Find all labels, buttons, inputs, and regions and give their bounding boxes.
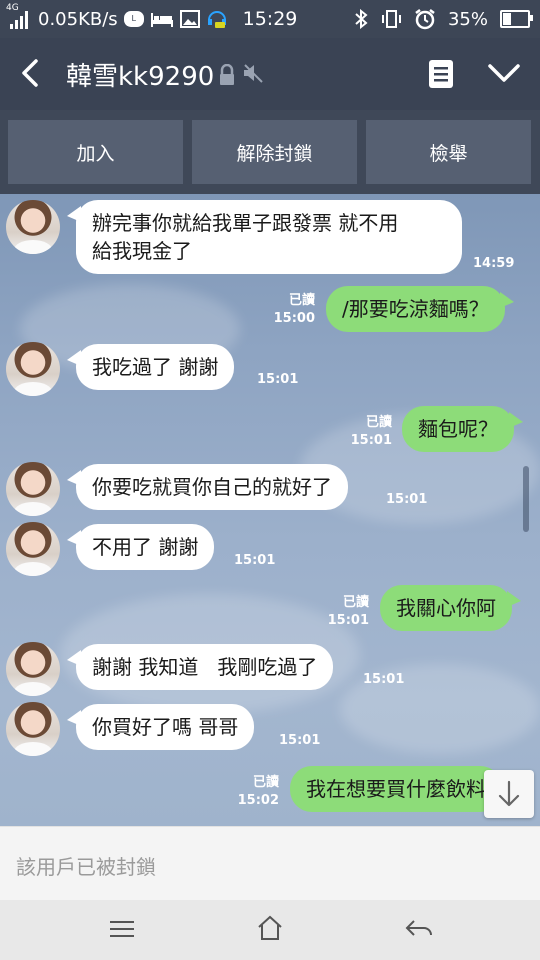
- report-button[interactable]: 檢舉: [366, 120, 531, 184]
- read-receipt: 已讀 15:02: [237, 775, 279, 808]
- alarm-icon: [415, 9, 435, 30]
- note-icon[interactable]: [426, 58, 456, 90]
- add-friend-button[interactable]: 加入: [8, 120, 183, 184]
- message-bubble-outgoing[interactable]: 我在想要買什麼飲料: [290, 766, 511, 812]
- message-line: 辦完事你就給我單子跟發票 就不用: [92, 211, 399, 235]
- scrollbar[interactable]: [523, 466, 529, 532]
- battery-percent: 35%: [447, 8, 488, 30]
- avatar[interactable]: [6, 522, 60, 576]
- message-bubble-incoming[interactable]: 辦完事你就給我單子跟發票 就不用 給我現金了: [67, 200, 462, 274]
- message-time: 14:59: [473, 256, 515, 271]
- blocked-notice: 該用戶已被封鎖: [0, 826, 540, 901]
- message-bubble-incoming[interactable]: 你買好了嗎 哥哥: [67, 704, 255, 750]
- lock-icon: [220, 64, 234, 85]
- chat-messages-area[interactable]: 辦完事你就給我單子跟發票 就不用 給我現金了 14:59 已讀 15:00 /那要…: [0, 194, 540, 826]
- avatar[interactable]: [6, 462, 60, 516]
- chat-header: 韓雪kk9290: [0, 38, 540, 110]
- message-bubble-outgoing[interactable]: 麵包呢？: [402, 406, 523, 452]
- home-icon[interactable]: [256, 914, 284, 942]
- unblock-button[interactable]: 解除封鎖: [192, 120, 357, 184]
- system-nav-bar: [0, 900, 540, 960]
- chat-title[interactable]: 韓雪kk9290: [66, 56, 214, 93]
- read-receipt: 已讀 15:01: [350, 415, 392, 448]
- back-icon[interactable]: [14, 56, 48, 90]
- message-bubble-incoming[interactable]: 不用了 謝謝: [67, 524, 215, 570]
- message-time: 15:01: [386, 492, 428, 507]
- chevron-down-icon[interactable]: [486, 58, 522, 88]
- avatar[interactable]: [6, 200, 60, 254]
- message-bubble-incoming[interactable]: 我吃過了 謝謝: [67, 344, 235, 390]
- scroll-to-bottom-button[interactable]: [484, 770, 534, 818]
- message-bubble-outgoing[interactable]: 我關心你阿: [380, 585, 521, 631]
- message-time: 15:01: [234, 553, 276, 568]
- message-line: 給我現金了: [92, 239, 192, 263]
- message-bubble-outgoing[interactable]: /那要吃涼麵嗎？: [326, 286, 514, 332]
- mute-icon: [244, 64, 263, 83]
- message-time: 15:01: [363, 672, 405, 687]
- avatar[interactable]: [6, 642, 60, 696]
- back-nav-icon[interactable]: [404, 918, 434, 940]
- avatar[interactable]: [6, 342, 60, 396]
- message-time: 15:01: [279, 733, 321, 748]
- bluetooth-icon: [355, 9, 368, 29]
- read-receipt: 已讀 15:00: [273, 293, 315, 326]
- blocked-action-bar: 加入 解除封鎖 檢舉: [0, 110, 540, 194]
- message-bubble-incoming[interactable]: 謝謝 我知道 我剛吃過了: [67, 644, 334, 690]
- message-bubble-incoming[interactable]: 你要吃就買你自己的就好了: [67, 464, 348, 510]
- blocked-text: 該用戶已被封鎖: [16, 855, 156, 879]
- menu-icon[interactable]: [108, 918, 136, 940]
- avatar[interactable]: [6, 702, 60, 756]
- status-bar: 4G 0.05KB/s L 15:29 35%: [0, 0, 540, 38]
- vibrate-icon: [381, 10, 401, 28]
- battery-icon: [500, 10, 533, 28]
- read-receipt: 已讀 15:01: [327, 595, 369, 628]
- arrow-down-icon: [498, 780, 520, 807]
- message-time: 15:01: [257, 372, 299, 387]
